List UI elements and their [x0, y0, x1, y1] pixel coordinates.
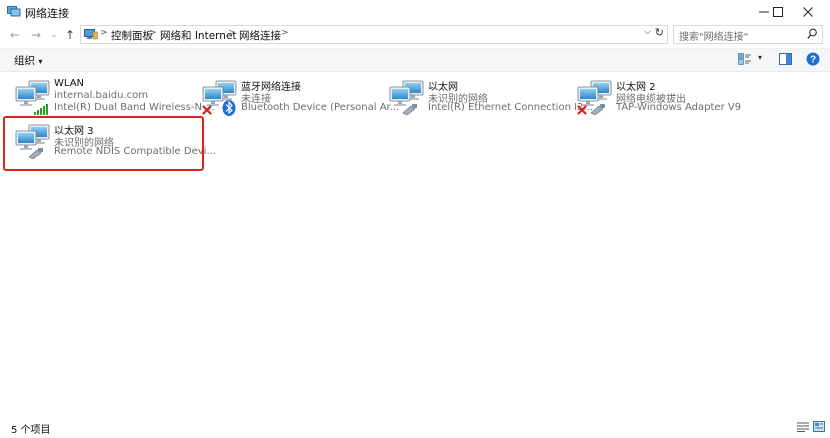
network-connections-icon: [7, 6, 21, 17]
connection-name: WLAN: [54, 78, 85, 89]
breadcrumb-separator: >: [228, 28, 236, 38]
breadcrumb-control-panel[interactable]: 控制面板: [111, 28, 153, 43]
view-dropdown-icon[interactable]: ▾: [758, 53, 762, 62]
close-icon: [803, 7, 813, 17]
tiles-view-icon[interactable]: [813, 421, 825, 432]
recent-locations-button[interactable]: ⌄: [47, 27, 61, 43]
bluetooth-adapter-icon: [201, 79, 239, 117]
connection-item-ethernet-2[interactable]: 以太网 2 网络电缆被拔出 TAP-Windows Adapter V9: [576, 77, 756, 123]
ethernet-adapter-icon: [388, 79, 426, 117]
connection-device: Bluetooth Device (Personal Ar...: [241, 102, 400, 113]
selection-highlight: [3, 116, 204, 171]
refresh-icon[interactable]: ↻: [655, 26, 664, 39]
back-button[interactable]: ←: [8, 27, 22, 43]
search-input[interactable]: 搜索"网络连接": [679, 28, 748, 43]
svg-text:?: ?: [810, 55, 816, 66]
up-button[interactable]: ↑: [63, 27, 77, 43]
wifi-signal-icon: [34, 104, 48, 115]
status-bar: 5 个项目: [0, 418, 830, 438]
caret-down-icon: ▾: [38, 57, 43, 66]
close-button[interactable]: [786, 0, 830, 24]
address-bar: ← → ⌄ ↑ > 控制面板 > 网络和 Internet > 网络连接 > ⌵…: [0, 24, 830, 46]
wlan-adapter-icon: [14, 79, 52, 117]
forward-button[interactable]: →: [29, 27, 43, 43]
arrow-right-icon: →: [30, 28, 42, 42]
breadcrumb-separator: >: [281, 28, 289, 38]
connection-status: internal.baidu.com: [54, 90, 149, 101]
address-dropdown-icon[interactable]: ⌵: [644, 27, 651, 37]
arrow-up-icon: ↑: [64, 28, 76, 42]
connection-device: Intel(R) Dual Band Wireless-N ...: [54, 102, 215, 113]
details-view-icon[interactable]: [797, 422, 809, 432]
breadcrumb-separator: >: [100, 28, 108, 38]
chevron-down-icon: ⌄: [50, 30, 58, 39]
command-bar: 组织 ▾ ▾ ?: [0, 48, 830, 72]
connection-device: TAP-Windows Adapter V9: [616, 102, 742, 113]
preview-pane-icon[interactable]: [779, 53, 792, 65]
title-bar: 网络连接: [0, 0, 830, 24]
search-icon: [807, 28, 817, 39]
breadcrumb-network-internet[interactable]: 网络和 Internet: [160, 28, 237, 43]
breadcrumb-network-connections[interactable]: 网络连接: [239, 28, 281, 43]
breadcrumb-separator: >: [149, 28, 157, 38]
maximize-icon: [773, 7, 783, 17]
address-field[interactable]: > 控制面板 > 网络和 Internet > 网络连接 > ⌵ ↻: [80, 25, 668, 44]
connection-item-bluetooth[interactable]: 蓝牙网络连接 未连接 Bluetooth Device (Personal Ar…: [201, 77, 399, 123]
arrow-left-icon: ←: [9, 28, 21, 42]
view-options-icon[interactable]: [738, 53, 752, 65]
control-panel-icon: [84, 29, 98, 40]
connection-item-ethernet[interactable]: 以太网 未识别的网络 Intel(R) Ethernet Connection …: [388, 77, 593, 123]
ethernet-adapter-icon: [576, 79, 614, 117]
bluetooth-icon: [222, 100, 236, 116]
item-count: 5 个项目: [11, 425, 51, 436]
organize-menu[interactable]: 组织 ▾: [14, 53, 42, 68]
help-icon[interactable]: ?: [806, 52, 820, 66]
window-title: 网络连接: [25, 7, 69, 20]
search-box[interactable]: 搜索"网络连接": [673, 25, 823, 44]
connection-device: Intel(R) Ethernet Connection I2...: [428, 102, 593, 113]
